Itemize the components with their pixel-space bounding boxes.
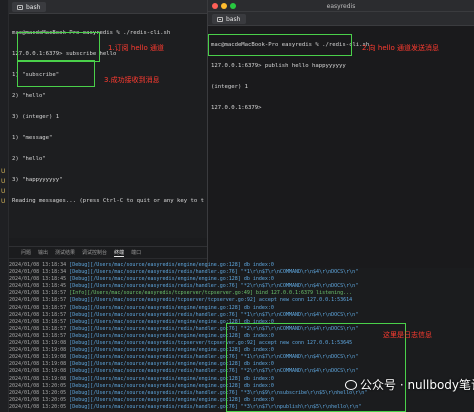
- log-timestamp: 2024/01/08 13:18:57: [9, 297, 67, 304]
- terminal-tab[interactable]: bash: [12, 2, 47, 12]
- log-message: [Info][/Users/mac/source/easyredis/tcpse…: [69, 290, 353, 297]
- terminal-tab[interactable]: bash: [212, 14, 247, 24]
- log-message: [Debug][/Users/mac/source/easyredis/redi…: [69, 269, 359, 276]
- terminal-line: 3) "happyyyyyy": [12, 177, 63, 183]
- terminal-line: (integer) 1: [211, 84, 249, 90]
- git-status-marker: U: [1, 198, 6, 205]
- log-annotation: 这里是日志信息: [383, 331, 432, 339]
- terminal-line: 3) (integer) 1: [12, 114, 60, 120]
- log-timestamp: 2024/01/08 13:19:08: [9, 354, 67, 361]
- subscribe-annotation: 1.订阅 hello 通道: [108, 44, 165, 52]
- log-message: [Debug][/Users/mac/source/easyredis/tcps…: [69, 297, 353, 304]
- log-timestamp: 2024/01/08 13:18:57: [9, 332, 67, 339]
- tab-debug-console[interactable]: 调试控制台: [82, 249, 107, 256]
- log-message: [Debug][/Users/mac/source/easyredis/engi…: [69, 262, 274, 268]
- terminal-line: 2) "hello": [12, 93, 46, 99]
- log-timestamp: 2024/01/08 13:18:57: [9, 311, 67, 318]
- log-row: 2024/01/08 13:18:57 [Debug][/Users/mac/s…: [9, 312, 474, 319]
- tab-ports[interactable]: 端口: [131, 249, 141, 256]
- subscribe-highlight-box: [17, 32, 100, 62]
- log-row: 2024/01/08 13:18:57 [Info][/Users/mac/so…: [9, 290, 474, 297]
- log-timestamp: 2024/01/08 13:18:45: [9, 276, 67, 283]
- terminal-tab-label: bash: [26, 3, 41, 11]
- panel-tabbar: 问题 输出 测试结果 调试控制台 终端 端口: [9, 247, 207, 259]
- git-status-marker: U: [1, 188, 6, 195]
- tab-output[interactable]: 输出: [38, 249, 48, 256]
- publish-highlight-box: [208, 34, 352, 56]
- log-timestamp: 2024/01/08 13:18:34: [9, 262, 67, 268]
- watermark-text: 公众号 · nullbody笔记: [360, 378, 474, 392]
- message-highlight-box: [17, 60, 95, 87]
- terminal-line: Reading messages... (press Ctrl-C to qui…: [12, 198, 204, 204]
- log-row: 2024/01/08 13:18:57 [Debug][/Users/mac/s…: [9, 305, 474, 312]
- log-timestamp: 2024/01/08 13:19:08: [9, 375, 67, 382]
- terminal-line: 127.0.0.1:6379>: [211, 105, 262, 111]
- terminal-line: 1) "message": [12, 135, 53, 141]
- log-message: [Debug][/Users/mac/source/easyredis/engi…: [69, 304, 274, 311]
- log-timestamp: 2024/01/08 13:18:57: [9, 318, 67, 325]
- log-highlight-box: [226, 323, 406, 412]
- log-timestamp: 2024/01/08 13:19:08: [9, 361, 67, 368]
- log-timestamp: 2024/01/08 13:20:05: [9, 403, 67, 410]
- log-row: 2024/01/08 13:18:57 [Debug][/Users/mac/s…: [9, 297, 474, 304]
- terminal-tabbar: bash: [9, 0, 207, 14]
- watermark: 公众号 · nullbody笔记: [345, 376, 474, 393]
- terminal-line: 127.0.0.1:6379> publish hello happyyyyyy: [211, 63, 346, 69]
- log-timestamp: 2024/01/08 13:18:34: [9, 269, 67, 276]
- log-row: 2024/01/08 13:18:45 [Debug][/Users/mac/s…: [9, 276, 474, 283]
- terminal-tabbar: bash: [208, 12, 474, 26]
- log-timestamp: 2024/01/08 13:18:57: [9, 325, 67, 332]
- git-status-marker: U: [1, 178, 6, 185]
- terminal-line: 2) "hello": [12, 156, 46, 162]
- tab-terminal[interactable]: 终端: [114, 249, 125, 257]
- log-row: 2024/01/08 13:18:34 [Debug][/Users/mac/s…: [9, 262, 474, 269]
- log-row: 2024/01/08 13:18:34 [Debug][/Users/mac/s…: [9, 269, 474, 276]
- terminal-icon: [17, 4, 23, 10]
- log-timestamp: 2024/01/08 13:19:08: [9, 368, 67, 375]
- log-timestamp: 2024/01/08 13:18:57: [9, 304, 67, 311]
- window-titlebar: easyredis: [208, 0, 474, 12]
- tab-test-results[interactable]: 测试结果: [55, 249, 75, 256]
- log-timestamp: 2024/01/08 13:19:08: [9, 340, 67, 347]
- window-title: easyredis: [326, 3, 356, 10]
- tab-problems[interactable]: 问题: [21, 249, 31, 256]
- wechat-icon: [345, 379, 357, 390]
- log-message: [Debug][/Users/mac/source/easyredis/redi…: [69, 283, 359, 290]
- log-timestamp: 2024/01/08 13:20:05: [9, 382, 67, 389]
- log-timestamp: 2024/01/08 13:20:05: [9, 396, 67, 403]
- editor-gutter: U U U U: [0, 0, 9, 412]
- log-timestamp: 2024/01/08 13:19:08: [9, 347, 67, 354]
- log-message: [Debug][/Users/mac/source/easyredis/engi…: [69, 276, 274, 283]
- terminal-tab-label: bash: [226, 15, 241, 23]
- log-timestamp: 2024/01/08 13:18:45: [9, 283, 67, 290]
- log-timestamp: 2024/01/08 13:20:05: [9, 389, 67, 396]
- terminal-icon: [217, 16, 223, 22]
- received-annotation: 3.成功接收到消息: [104, 76, 160, 84]
- publish-annotation: 2.向 hello 通道发送消息: [362, 44, 440, 52]
- log-timestamp: 2024/01/08 13:18:57: [9, 290, 67, 297]
- git-status-marker: U: [1, 168, 6, 175]
- log-row: 2024/01/08 13:18:45 [Debug][/Users/mac/s…: [9, 283, 474, 290]
- log-message: [Debug][/Users/mac/source/easyredis/redi…: [69, 311, 359, 318]
